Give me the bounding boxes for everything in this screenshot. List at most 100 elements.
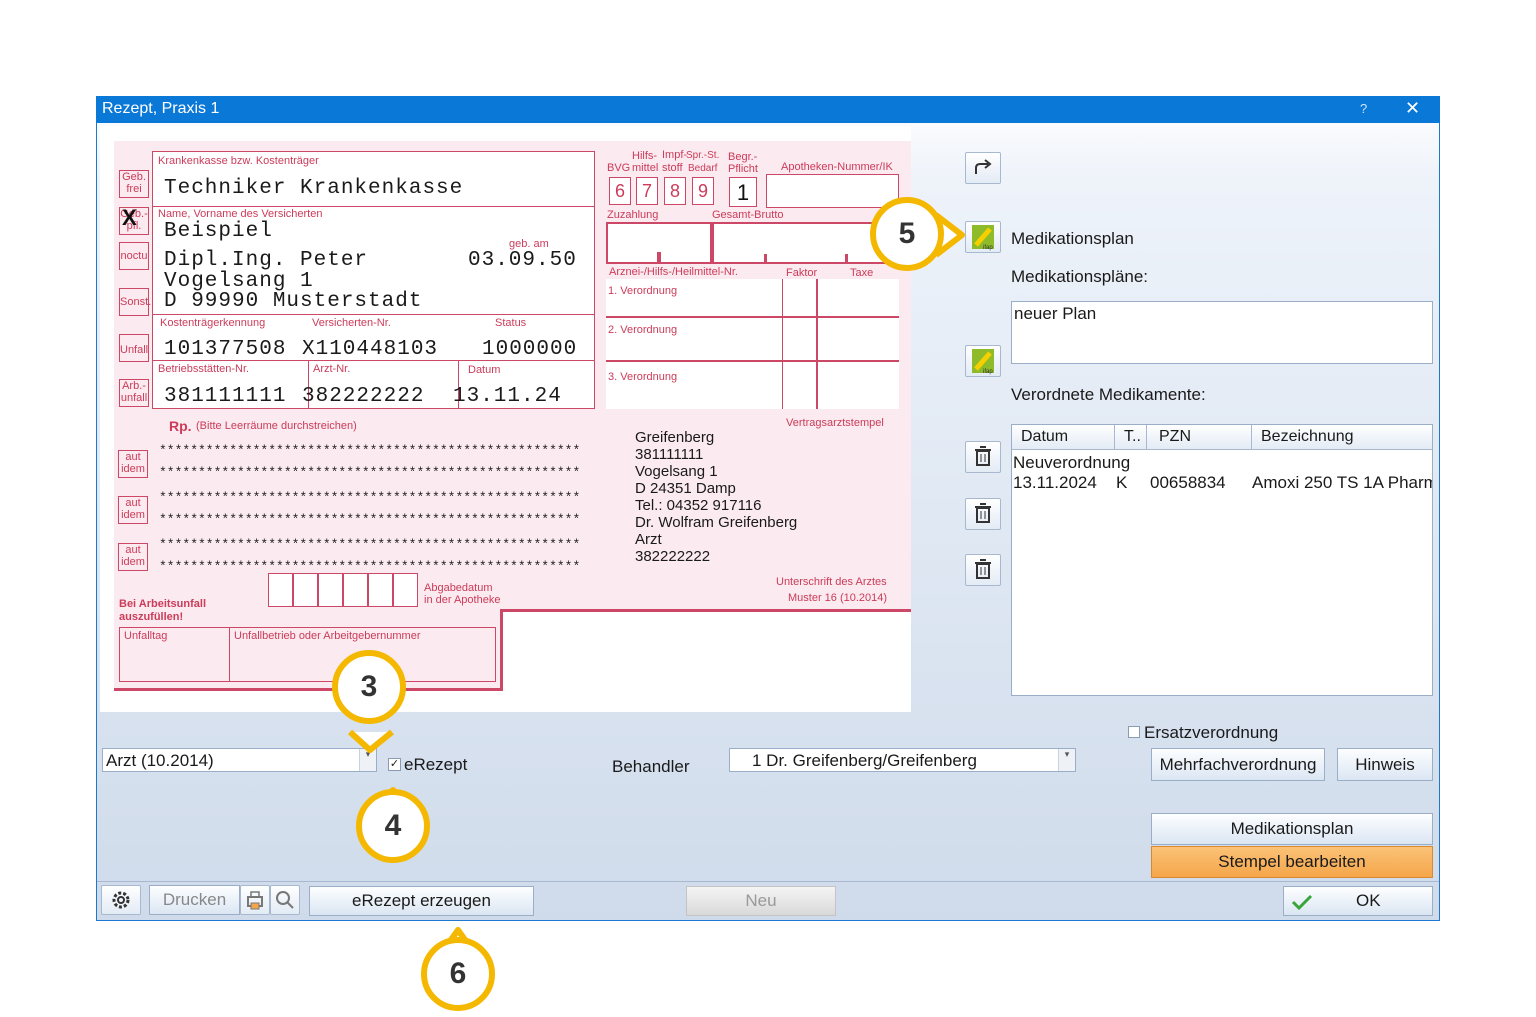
medikationsplaene-list[interactable]: neuer Plan [1011,301,1433,364]
aut-idem-3[interactable]: aut idem [118,543,148,571]
digit-7[interactable]: 7 [636,177,658,205]
ersatzverordnung-checkbox[interactable] [1128,726,1140,738]
kennung-value: 101377508 [164,338,287,361]
begr-pflicht-box[interactable]: 1 [729,177,757,207]
medikationsplaene-label: Medikationspläne: [1011,267,1149,286]
name-line2: Dipl.Ing. Peter [164,249,369,272]
callout-3: 3 [332,650,406,724]
verordnung-area [606,279,899,409]
svg-text:ifap: ifap [983,369,993,375]
ok-button[interactable]: OK [1283,886,1433,916]
drucken-button[interactable]: Drucken [149,885,240,915]
geb-pfl-mark: X [122,205,137,230]
delete-button-2[interactable] [965,498,1001,530]
neu-button[interactable]: Neu [686,886,836,916]
medikamente-table[interactable]: Datum T.. PZN Bezeichnung Neuverordnung … [1011,424,1433,696]
checkmark-icon [1291,894,1313,911]
trash-icon [975,503,991,523]
col-pzn[interactable]: PZN [1159,428,1191,446]
unfalltag-label: Unfalltag [124,630,168,642]
help-button[interactable]: ? [1360,101,1367,116]
arztnr-label: Arzt-Nr. [313,363,351,375]
doctor-stamp: Greifenberg 381111111 Vogelsang 1 D 2435… [635,429,798,565]
arznei-label: Arznei-/Hilfs-/Heilmittel-Nr. [609,266,738,278]
stempel-bearbeiten-button[interactable]: Stempel bearbeiten [1151,846,1433,878]
geb-value: 03.09.50 [468,249,577,272]
plan-item[interactable]: neuer Plan [1014,304,1096,324]
arb-unfall-box[interactable]: Arb.-unfall [119,379,149,407]
strike-line-1: ****************************************… [159,443,581,458]
abgabedatum-label: Abgabedatum [424,582,493,594]
geb-frei-box[interactable]: Geb. frei [119,170,149,198]
svg-text:ifap: ifap [983,245,993,251]
mehrfachverordnung-button[interactable]: Mehrfachverordnung [1151,748,1325,781]
hinweis-button[interactable]: Hinweis [1337,748,1433,781]
col-bezeichnung[interactable]: Bezeichnung [1261,428,1354,446]
behandler-label: Behandler [612,757,690,776]
apotheken-nummer-box [766,174,899,208]
sonst-box[interactable]: Sonst. [119,288,151,316]
abgabedatum-boxes [268,573,418,607]
arbeitsunfall-line1: Bei Arbeitsunfall [119,598,206,610]
datum-value: 13.11.24 [453,385,562,408]
hilfs-label: Hilfs- [632,150,658,162]
rp-label: Rp. [169,418,192,434]
col-t[interactable]: T.. [1124,428,1141,446]
strike-line-4: ****************************************… [159,512,581,527]
kennung-label: Kostenträgerkennung [160,317,266,329]
bsnr-label: Betriebsstätten-Nr. [158,363,250,375]
aut-idem-1[interactable]: aut idem [118,450,148,478]
table-header: Datum T.. PZN Bezeichnung [1012,425,1432,450]
bedarf-label: Bedarf [688,163,718,174]
unfallbetrieb-label: Unfallbetrieb oder Arbeitgebernummer [234,630,421,642]
callout-6: 6 [421,937,495,1011]
table-row[interactable]: 13.11.2024 K 00658834 Amoxi 250 TS 1A Ph… [1012,472,1432,494]
rp-hint: (Bitte Leerräume durchstreichen) [196,420,357,432]
verordnung-3-label: 3. Verordnung [608,371,678,383]
strike-line-2: ****************************************… [159,465,581,480]
ersatzverordnung-label: Ersatzverordnung [1144,723,1279,742]
redo-button[interactable] [965,152,1001,184]
datum-label: Datum [468,364,501,376]
settings-button[interactable] [101,885,141,915]
behandler-select[interactable]: 1 Dr. Greifenberg/Greifenberg ▾ [729,748,1076,772]
strike-line-6: ****************************************… [159,559,581,574]
row-group-label: Neuverordnung [1013,453,1131,472]
trash-icon [975,559,991,579]
mittel-label: mittel [632,162,659,174]
callout-4: 4 [356,789,430,863]
versnr-value: X110448103 [302,338,439,361]
close-button[interactable]: ✕ [1405,98,1420,119]
verordnung-1-label: 1. Verordnung [608,285,678,297]
noctu-box[interactable]: noctu [119,242,149,270]
muster-label: Muster 16 (10.2014) [788,592,888,604]
digit-8[interactable]: 8 [664,177,686,205]
window-title: Rezept, Praxis 1 [102,100,220,117]
medikationsplan-icon-button[interactable]: ifap [965,221,1001,253]
col-datum[interactable]: Datum [1021,428,1068,446]
unfall-box[interactable]: Unfall [119,334,149,362]
digit-9[interactable]: 9 [692,177,714,205]
arbeitsunfall-line2: auszufüllen! [119,611,184,623]
medikationsplan-button[interactable]: Medikationsplan [1151,813,1433,845]
printer-button[interactable] [240,885,270,915]
versnr-label: Versicherten-Nr. [312,317,391,329]
printer-icon [247,891,263,910]
chevron-down-icon[interactable]: ▾ [1058,749,1075,771]
delete-button-1[interactable] [965,441,1001,473]
verordnung-2-label: 2. Verordnung [608,324,678,336]
kostentraeger-value[interactable]: Techniker Krankenkasse [164,177,463,200]
taxe-label: Taxe [850,267,874,279]
faktor-label: Faktor [786,267,818,279]
zuzahlung-label: Zuzahlung [607,209,659,221]
spr-label: Spr.-St. [686,150,720,161]
aut-idem-2[interactable]: aut idem [118,496,148,524]
digit-6[interactable]: 6 [609,177,631,205]
erezept-erzeugen-button[interactable]: eRezept erzeugen [309,886,534,916]
kostentraeger-label: Krankenkasse bzw. Kostenträger [158,155,319,167]
ifap-button[interactable]: ifap [965,345,1001,377]
gesamt-label: Gesamt-Brutto [712,209,784,221]
delete-button-3[interactable] [965,554,1001,586]
redo-arrow-icon [975,159,992,174]
preview-button[interactable] [270,885,300,915]
